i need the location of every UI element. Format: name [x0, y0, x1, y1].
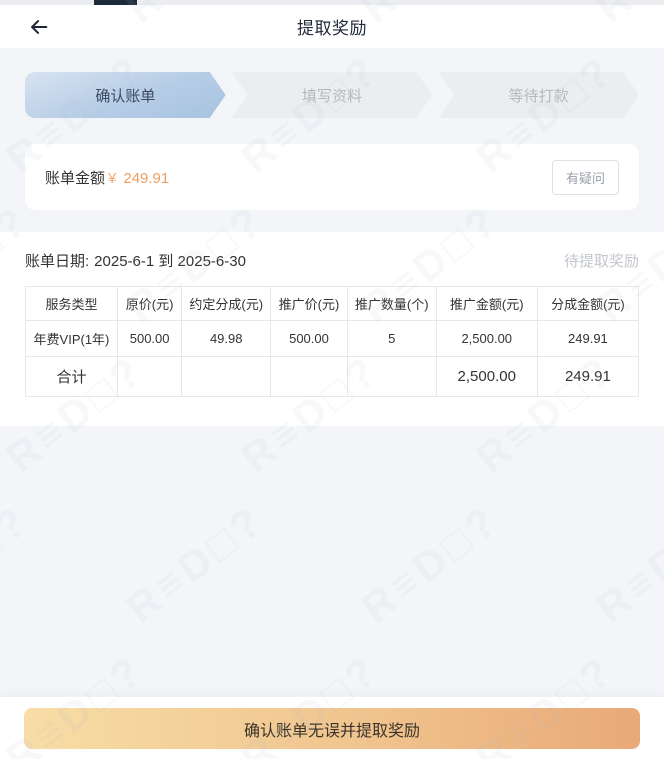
- bill-amount-label: 账单金额: [45, 167, 105, 188]
- watermark-glyphs: R≡D□?: [117, 495, 274, 632]
- cell-promo-count: 5: [347, 321, 436, 357]
- table-header-row: 服务类型 原价(元) 约定分成(元) 推广价(元) 推广数量(个) 推广金额(元…: [26, 287, 639, 321]
- bill-amount-value: 249.91: [123, 170, 169, 187]
- total-promo-amount: 2,500.00: [436, 357, 537, 397]
- cell-service-type: 年费VIP(1年): [26, 321, 118, 357]
- step-label: 确认账单: [95, 85, 155, 106]
- footer-bar: 确认账单无误并提取奖励: [0, 696, 664, 759]
- total-empty-2: [182, 357, 271, 397]
- col-agreed-share: 约定分成(元): [182, 287, 271, 321]
- bill-date-label: 账单日期:: [25, 253, 89, 270]
- header: 提取奖励: [0, 5, 664, 48]
- cell-share-amount: 249.91: [537, 321, 638, 357]
- bill-detail-section: 账单日期: 2025-6-1 到 2025-6-30 待提取奖励 服务类型 原价(…: [0, 232, 664, 426]
- step-fill-info[interactable]: 填写资料: [232, 72, 433, 118]
- col-share-amount: 分成金额(元): [537, 287, 638, 321]
- watermark-glyphs: R≡D□?: [587, 495, 664, 632]
- question-button[interactable]: 有疑问: [552, 160, 619, 195]
- bill-date-range: 2025-6-1 到 2025-6-30: [94, 253, 246, 270]
- cell-promo-price: 500.00: [271, 321, 348, 357]
- step-label: 等待打款: [509, 85, 569, 106]
- bill-date-row: 账单日期: 2025-6-1 到 2025-6-30 待提取奖励: [25, 250, 639, 271]
- step-indicator: 确认账单 填写资料 等待打款: [25, 72, 639, 118]
- step-label: 填写资料: [302, 85, 362, 106]
- currency-symbol: ¥: [108, 170, 116, 187]
- col-service-type: 服务类型: [26, 287, 118, 321]
- page-title: 提取奖励: [297, 14, 367, 39]
- back-button[interactable]: [26, 14, 52, 40]
- total-label: 合计: [26, 357, 118, 397]
- bill-table: 服务类型 原价(元) 约定分成(元) 推广价(元) 推广数量(个) 推广金额(元…: [25, 286, 639, 397]
- col-promo-amount: 推广金额(元): [436, 287, 537, 321]
- table-row: 年费VIP(1年) 500.00 49.98 500.00 5 2,500.00…: [26, 321, 639, 357]
- bill-amount-card: 账单金额 ¥ 249.91 有疑问: [25, 144, 639, 210]
- cell-original-price: 500.00: [117, 321, 181, 357]
- back-arrow-icon: [28, 16, 50, 38]
- cell-agreed-share: 49.98: [182, 321, 271, 357]
- bill-date: 账单日期: 2025-6-1 到 2025-6-30: [25, 250, 246, 271]
- total-empty-1: [117, 357, 181, 397]
- table-total-row: 合计 2,500.00 249.91: [26, 357, 639, 397]
- total-empty-4: [347, 357, 436, 397]
- step-wait-payment[interactable]: 等待打款: [438, 72, 639, 118]
- watermark-glyphs: R≡D□?: [0, 495, 39, 632]
- col-original-price: 原价(元): [117, 287, 181, 321]
- cell-promo-amount: 2,500.00: [436, 321, 537, 357]
- watermark-glyphs: R≡D□?: [352, 495, 509, 632]
- confirm-withdraw-button[interactable]: 确认账单无误并提取奖励: [24, 708, 640, 749]
- step-confirm-bill[interactable]: 确认账单: [25, 72, 226, 118]
- pending-reward-status: 待提取奖励: [564, 250, 639, 271]
- col-promo-count: 推广数量(个): [347, 287, 436, 321]
- bill-amount-group: 账单金额 ¥ 249.91: [45, 167, 169, 188]
- col-promo-price: 推广价(元): [271, 287, 348, 321]
- total-empty-3: [271, 357, 348, 397]
- total-share-amount: 249.91: [537, 357, 638, 397]
